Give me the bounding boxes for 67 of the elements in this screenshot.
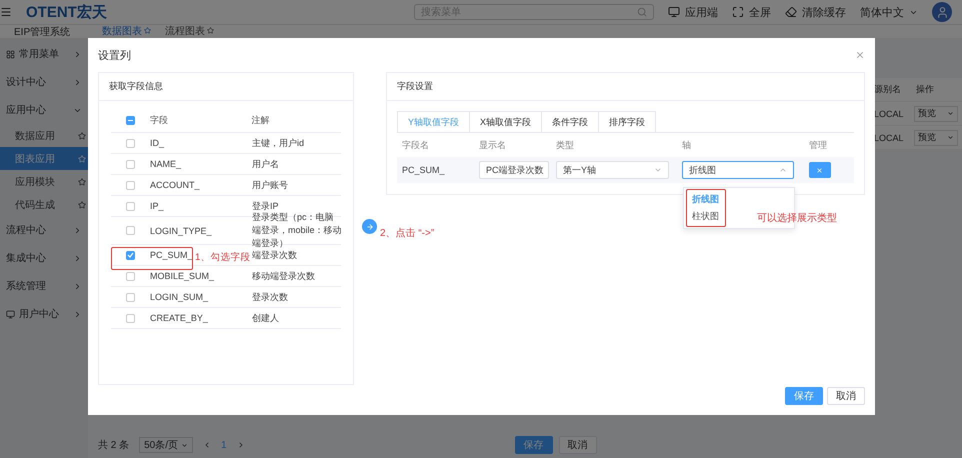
axis-tab[interactable]: 排序字段 xyxy=(598,111,656,132)
system-name: EIP管理系统 xyxy=(13,26,72,38)
cancel-button[interactable]: 取消 xyxy=(827,387,865,405)
header-action[interactable]: 应用端 xyxy=(668,4,718,20)
annotation-text: 可以选择展示类型 xyxy=(757,212,837,225)
sidebar-subitem[interactable]: 数据应用 xyxy=(0,124,88,147)
table-cell-text: 端登录次数 xyxy=(252,248,298,262)
axis-tab[interactable]: Y轴取值字段 xyxy=(396,111,470,132)
table-cell: 登录类型（pc：电脑端登录，mobile：移动端登录） xyxy=(252,211,341,250)
card-title: 获取字段信息 xyxy=(109,80,163,93)
save-button[interactable]: 保存 xyxy=(785,387,823,405)
language-select[interactable]: 简体中文 xyxy=(860,4,918,20)
table-cell-text: 创建人 xyxy=(252,312,280,324)
sidebar-subitem[interactable]: 图表应用 xyxy=(0,147,88,170)
table-cell-text: 用户名 xyxy=(252,158,280,170)
header-action[interactable]: 清除缓存 xyxy=(785,4,846,20)
dialog-title: 设置列 xyxy=(98,48,131,62)
cancel-button[interactable]: 取消 xyxy=(558,436,597,454)
column-header: 显示名 xyxy=(478,138,507,152)
column-header: 字段 xyxy=(150,114,168,127)
logo: OTENT宏天 xyxy=(26,2,107,22)
table-cell: LOGIN_SUM_ xyxy=(150,292,208,302)
sidebar-item[interactable]: 常用菜单 xyxy=(0,40,88,68)
column-header: 注解 xyxy=(251,114,270,127)
table-cell: IP_ xyxy=(150,201,164,211)
sidebar-item[interactable]: 流程中心 xyxy=(0,216,88,244)
page-tab[interactable]: 流程图表 xyxy=(165,24,214,40)
type-select[interactable]: 第一Y轴 xyxy=(556,161,669,179)
header-action[interactable]: 全屏 xyxy=(732,4,771,20)
table-cell: NAME_ xyxy=(150,159,182,169)
column-header: 类型 xyxy=(554,138,575,152)
table-cell-text: 登录次数 xyxy=(252,290,289,304)
column-header: 管理 xyxy=(808,138,828,152)
annotation-text: 2、点击 “->” xyxy=(380,226,434,240)
table-cell: ACCOUNT_ xyxy=(150,180,200,190)
table-cell: MOBILE_SUM_ xyxy=(150,271,214,281)
table-cell: ID_ xyxy=(150,138,164,148)
sidebar-item[interactable]: 应用中心 xyxy=(0,96,88,124)
save-button[interactable]: 保存 xyxy=(514,436,553,454)
sidebar-subitem[interactable]: 应用模块 xyxy=(0,170,88,193)
axis-select[interactable]: 折线图 xyxy=(682,161,794,179)
sidebar-item[interactable]: 系统管理 xyxy=(0,272,88,300)
table-cell-text: PC_SUM_ xyxy=(400,165,446,175)
preview-select[interactable]: 预览 xyxy=(914,130,958,146)
dropdown-option[interactable]: 柱状图 xyxy=(688,208,723,225)
annotation-text: 1、勾选字段 xyxy=(195,251,250,264)
table-cell-text: 用户账号 xyxy=(252,178,289,192)
column-header: 字段名 xyxy=(400,138,430,152)
column-header: 轴 xyxy=(680,138,692,152)
sidebar-item[interactable]: 设计中心 xyxy=(0,68,88,96)
display-name-input[interactable]: PC端登录次数 xyxy=(478,161,549,179)
page-number[interactable]: 1 xyxy=(221,440,227,450)
preview-select[interactable]: 预览 xyxy=(914,106,958,122)
sidebar-item[interactable]: 用户中心 xyxy=(0,300,88,328)
sidebar-subitem[interactable]: 代码生成 xyxy=(0,193,88,216)
table-cell-text: 登录IP xyxy=(252,200,280,212)
card-title: 字段设置 xyxy=(396,80,433,93)
table-cell: LOGIN_TYPE_ xyxy=(150,226,212,236)
sidebar-item[interactable]: 集成中心 xyxy=(0,244,88,272)
table-cell-text: 主键，用户id xyxy=(252,136,306,150)
total-count: 共 2 条 xyxy=(98,438,130,452)
table-cell: PC_SUM_ xyxy=(150,250,193,260)
column-header: 源别名 xyxy=(873,83,902,96)
column-header: 操作 xyxy=(915,83,935,96)
table-cell: CREATE_BY_ xyxy=(150,313,208,323)
page-size-select[interactable]: 50条/页 xyxy=(139,437,194,453)
table-cell-text: 移动端登录次数 xyxy=(252,270,316,282)
